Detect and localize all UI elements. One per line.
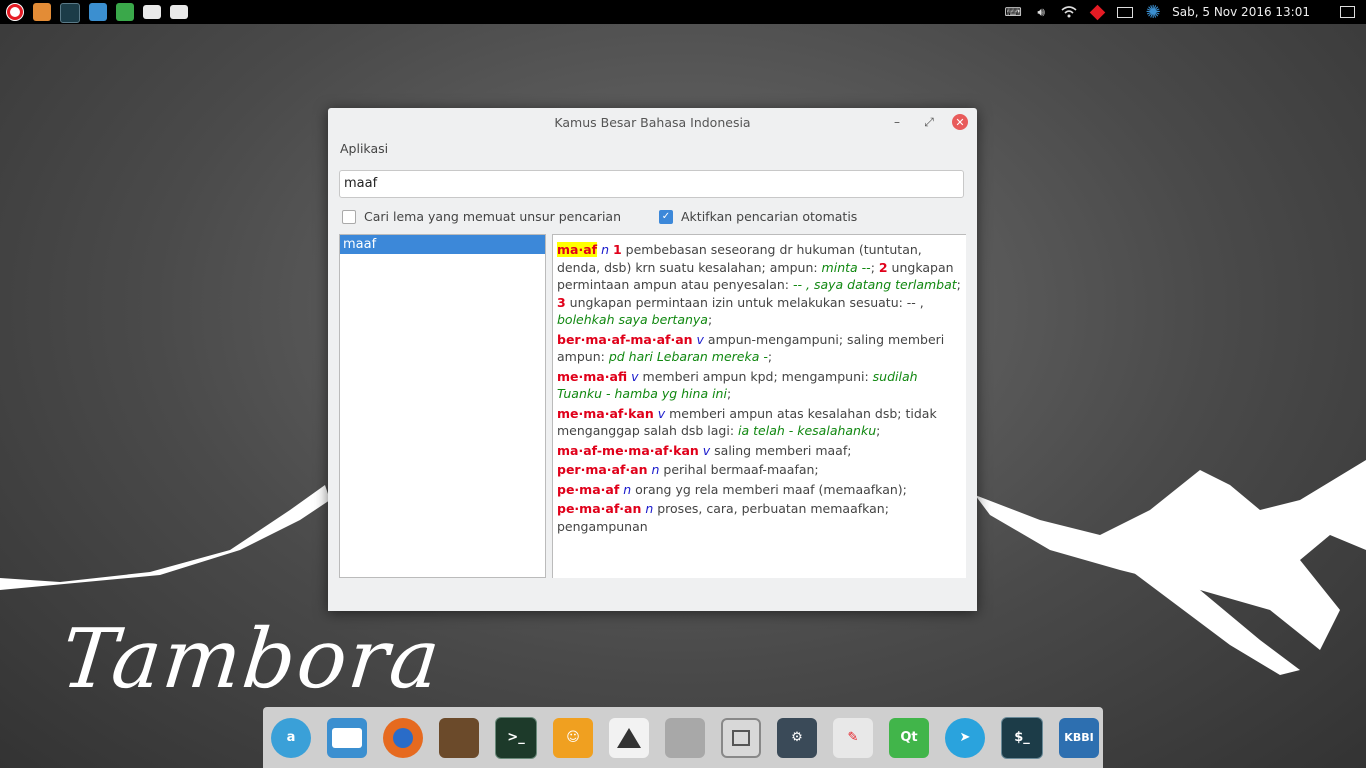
title-bar[interactable]: Kamus Besar Bahasa Indonesia – ⤢ ✕ bbox=[328, 108, 977, 136]
telegram-icon[interactable]: ➤ bbox=[945, 717, 985, 758]
minimize-icon[interactable]: – bbox=[889, 114, 905, 130]
wifi-icon[interactable] bbox=[1060, 5, 1078, 19]
part-of-speech: n bbox=[623, 481, 632, 497]
entry-bermaaf-maafan: ber·ma·af-ma·af·an v ampun-mengampuni; s… bbox=[557, 331, 962, 366]
system-tray: ⌨ 🔊︎ ✺ Sab, 5 Nov 2016 13:01 bbox=[1004, 0, 1356, 24]
close-icon[interactable]: ✕ bbox=[952, 114, 968, 130]
menu-aplikasi[interactable]: Aplikasi bbox=[340, 141, 388, 156]
qt-creator-icon[interactable]: Qt bbox=[889, 717, 929, 758]
definition-text: memberi ampun kpd; mengampuni: bbox=[638, 368, 873, 384]
kbbi-icon[interactable]: KBBI bbox=[1059, 717, 1099, 758]
dock: a >_ ☺ ⚙ ✎ Qt ➤ $_ KBBI bbox=[263, 707, 1103, 768]
sense-number: 3 bbox=[557, 294, 566, 310]
checkbox-checked[interactable]: ✓ bbox=[659, 209, 673, 224]
settings-icon[interactable]: ⚙ bbox=[777, 717, 817, 758]
opera-icon[interactable] bbox=[6, 3, 24, 21]
option-auto-search[interactable]: ✓ Aktifkan pencarian otomatis bbox=[659, 209, 857, 224]
alert-icon[interactable] bbox=[1088, 4, 1106, 20]
messenger-icon[interactable]: ☺ bbox=[553, 717, 593, 758]
spreadsheet-icon[interactable] bbox=[116, 3, 134, 21]
entry-maaf-memaafkan: ma·af-me·ma·af·kan v saling memberi maaf… bbox=[557, 442, 962, 460]
headword: ma·af bbox=[557, 242, 598, 257]
definition-text: ; bbox=[767, 349, 773, 364]
checkbox-unchecked[interactable] bbox=[342, 209, 356, 224]
clock[interactable]: Sab, 5 Nov 2016 13:01 bbox=[1172, 5, 1310, 19]
monitor-icon[interactable] bbox=[89, 3, 107, 21]
file-manager-icon[interactable] bbox=[327, 717, 367, 758]
headword: pe·ma·af bbox=[557, 481, 620, 497]
definition-text: ungkapan permintaan izin untuk melakukan… bbox=[565, 294, 924, 310]
entry-pemaafan: pe·ma·af·an n proses, cara, perbuatan me… bbox=[557, 500, 962, 535]
image-editor-icon[interactable] bbox=[439, 717, 479, 758]
part-of-speech: v bbox=[631, 368, 639, 384]
entry-memaafi: me·ma·afi v memberi ampun kpd; mengampun… bbox=[557, 368, 962, 403]
definition-text: ; bbox=[726, 386, 732, 401]
folder-icon[interactable] bbox=[143, 5, 161, 19]
document-icon[interactable] bbox=[665, 717, 705, 758]
example-text: pd hari Lebaran mereka - bbox=[608, 349, 768, 364]
definition-panel: ma·af n 1 pembebasan seseorang dr hukuma… bbox=[552, 234, 966, 578]
definition-text: orang yg rela memberi maaf (memaafkan); bbox=[631, 481, 907, 497]
search-input[interactable]: maaf bbox=[339, 170, 964, 198]
headword: me·ma·af·kan bbox=[557, 405, 654, 421]
option-partial-search[interactable]: Cari lema yang memuat unsur pencarian bbox=[342, 209, 621, 224]
headword: per·ma·af·an bbox=[557, 462, 648, 477]
definition-text: saling memberi maaf; bbox=[710, 442, 852, 458]
option-auto-search-label: Aktifkan pencarian otomatis bbox=[681, 209, 858, 224]
definition-text: ; bbox=[707, 312, 713, 327]
top-panel: ⌨ 🔊︎ ✺ Sab, 5 Nov 2016 13:01 bbox=[0, 0, 1366, 24]
launcher-bar bbox=[6, 3, 188, 23]
battery-icon[interactable] bbox=[1116, 5, 1134, 19]
terminal-icon[interactable]: $_ bbox=[1001, 716, 1043, 759]
app-icon[interactable] bbox=[33, 3, 51, 21]
swirl-icon[interactable]: ✺ bbox=[1144, 2, 1162, 23]
restore-icon[interactable]: ⤢ bbox=[921, 114, 937, 130]
brand-text: Tambora bbox=[57, 612, 446, 707]
terminal-icon[interactable]: >_ bbox=[495, 716, 537, 759]
window-icon[interactable] bbox=[721, 717, 761, 758]
terminal-icon[interactable] bbox=[60, 3, 80, 23]
definition-text: ; bbox=[876, 423, 881, 438]
list-item[interactable]: maaf bbox=[340, 235, 545, 254]
example-text: ia telah - kesalahanku bbox=[738, 423, 877, 438]
part-of-speech: v bbox=[696, 331, 704, 347]
definition-text: ; bbox=[956, 277, 961, 292]
headword: ma·af-me·ma·af·kan bbox=[557, 442, 699, 458]
inkscape-icon[interactable] bbox=[609, 717, 649, 758]
sense-number: 1 bbox=[613, 242, 622, 257]
definition-text: perihal bermaaf-maafan; bbox=[659, 462, 819, 477]
definition-text: ; bbox=[870, 259, 879, 275]
sense-number: 2 bbox=[878, 259, 888, 275]
entry-pemaaf: pe·ma·af n orang yg rela memberi maaf (m… bbox=[557, 481, 962, 499]
entry-permaafan: per·ma·af·an n perihal bermaaf-maafan; bbox=[557, 461, 962, 479]
text-editor-icon[interactable]: ✎ bbox=[833, 717, 873, 758]
headword: ber·ma·af-ma·af·an bbox=[557, 331, 693, 347]
option-partial-search-label: Cari lema yang memuat unsur pencarian bbox=[364, 209, 622, 224]
kbbi-window: Kamus Besar Bahasa Indonesia – ⤢ ✕ Aplik… bbox=[328, 108, 977, 611]
entry-memaafkan: me·ma·af·kan v memberi ampun atas kesala… bbox=[557, 405, 962, 440]
headword: me·ma·afi bbox=[557, 368, 628, 384]
show-desktop-icon[interactable] bbox=[1338, 5, 1356, 19]
app-store-icon[interactable]: a bbox=[271, 717, 311, 758]
headword: pe·ma·af·an bbox=[557, 501, 642, 516]
folder-icon[interactable] bbox=[170, 5, 188, 19]
volume-icon[interactable]: 🔊︎ bbox=[1032, 5, 1050, 19]
part-of-speech: v bbox=[657, 405, 666, 421]
example-text: bolehkah saya bertanya bbox=[557, 312, 708, 327]
result-list: maaf bbox=[339, 234, 546, 578]
firefox-icon[interactable] bbox=[383, 717, 423, 758]
example-text: -- , saya datang terlambat bbox=[793, 277, 957, 292]
entry-maaf: ma·af n 1 pembebasan seseorang dr hukuma… bbox=[557, 241, 962, 329]
part-of-speech: n bbox=[601, 242, 610, 257]
keyboard-icon[interactable]: ⌨ bbox=[1004, 5, 1022, 19]
example-text: minta -- bbox=[821, 259, 871, 275]
window-title: Kamus Besar Bahasa Indonesia bbox=[554, 115, 751, 130]
